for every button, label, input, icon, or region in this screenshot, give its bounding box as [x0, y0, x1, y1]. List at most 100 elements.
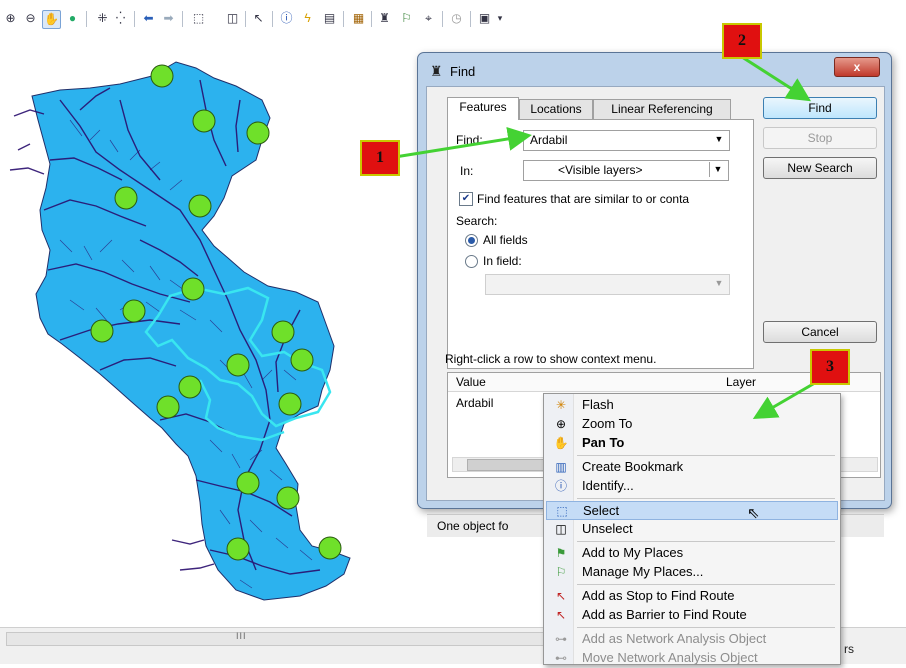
tab-linear-referencing[interactable]: Linear Referencing: [593, 99, 731, 119]
move-network-icon: ⊷: [555, 651, 567, 665]
find-combobox[interactable]: Ardabil ▼: [523, 130, 730, 151]
zoom-out-icon[interactable]: ⊖: [22, 10, 39, 27]
html-popup-icon[interactable]: ▤: [321, 10, 338, 27]
menu-separator: [577, 541, 835, 542]
results-hint: Right-click a row to show context menu.: [445, 352, 657, 366]
callout-1: 1: [360, 140, 400, 176]
select-icon: ⬚: [556, 504, 568, 518]
scroll-grip: III: [236, 631, 247, 641]
toolbar-separator: [442, 11, 443, 27]
viewer-icon[interactable]: ▣: [476, 10, 493, 27]
result-value[interactable]: Ardabil: [456, 396, 493, 410]
find-value: Ardabil: [530, 133, 568, 147]
find-label: Find:: [456, 133, 483, 147]
in-layer-value: <Visible layers>: [558, 163, 643, 177]
menu-item-move-network-object[interactable]: ⊷ Move Network Analysis Object: [546, 649, 838, 668]
identify-icon: ⓘ: [554, 479, 567, 493]
status-text: One object fo: [437, 519, 509, 533]
bookmark-icon: ▥: [555, 460, 567, 474]
menu-item-add-network-object[interactable]: ⊶ Add as Network Analysis Object: [546, 630, 838, 649]
toolbar-separator: [343, 11, 344, 27]
search-label: Search:: [456, 214, 498, 228]
tab-features[interactable]: Features: [447, 97, 519, 120]
chevron-down-icon[interactable]: ▼: [711, 132, 727, 147]
add-place-icon: ⚑: [555, 546, 567, 560]
menu-item-create-bookmark[interactable]: ▥ Create Bookmark: [546, 458, 838, 477]
column-header-value[interactable]: Value: [456, 375, 486, 389]
forward-icon[interactable]: ➡: [160, 10, 177, 27]
route-barrier-icon: ↖: [555, 608, 567, 622]
stop-button[interactable]: Stop: [763, 127, 877, 149]
chevron-down-icon: ▼: [714, 278, 724, 288]
toolbar-separator: [470, 11, 471, 27]
hyperlink-icon[interactable]: ϟ: [299, 10, 316, 27]
all-fields-label: All fields: [483, 233, 528, 247]
in-field-label: In field:: [483, 254, 522, 268]
menu-item-zoom-to[interactable]: ⊕ Zoom To: [546, 415, 838, 434]
pan-icon[interactable]: ✋: [42, 10, 61, 29]
similar-checkbox-label: Find features that are similar to or con…: [477, 192, 690, 206]
flash-icon: ✳: [555, 398, 567, 412]
back-icon[interactable]: ⬅: [140, 10, 157, 27]
tab-locations[interactable]: Locations: [519, 99, 593, 119]
callout-3: 3: [810, 349, 850, 385]
binoculars-icon: ♜: [430, 63, 443, 79]
menu-item-flash[interactable]: ✳ Flash: [546, 396, 838, 415]
in-layer-select[interactable]: <Visible layers> ▼: [523, 160, 729, 181]
in-label: In:: [460, 164, 474, 178]
unselect-icon: ◫: [555, 522, 567, 536]
cancel-button[interactable]: Cancel: [763, 321, 877, 343]
time-slider-icon[interactable]: ◷: [448, 10, 465, 27]
menu-item-unselect[interactable]: ◫ Unselect: [546, 520, 838, 539]
zoom-in-icon[interactable]: ⊕: [2, 10, 19, 27]
menu-item-add-barrier[interactable]: ↖ Add as Barrier to Find Route: [546, 606, 838, 625]
features-tab-panel: Find: Ardabil ▼ In: <Visible layers> ▼ ✔…: [447, 119, 754, 369]
menu-item-add-to-my-places[interactable]: ⚑ Add to My Places: [546, 544, 838, 563]
select-features-icon[interactable]: ⬚: [190, 10, 207, 27]
identify-icon[interactable]: ⓘ: [278, 10, 295, 27]
more-icon[interactable]: ▾: [496, 10, 504, 27]
go-to-xy-icon[interactable]: ⌖: [420, 10, 437, 27]
menu-item-pan-to[interactable]: ✋ Pan To: [546, 434, 838, 453]
pan-to-icon: ✋: [553, 436, 569, 450]
dialog-title-bar: ♜ Find: [430, 63, 476, 79]
menu-item-select[interactable]: ⬚ Select ⇖: [546, 501, 838, 522]
context-menu: ✳ Flash ⊕ Zoom To ✋ Pan To ▥ Create Book…: [543, 393, 841, 665]
chevron-down-icon[interactable]: ▼: [709, 162, 726, 177]
similar-checkbox[interactable]: ✔: [459, 192, 473, 206]
menu-separator: [577, 455, 835, 456]
clear-selection-icon[interactable]: ◫: [224, 10, 241, 27]
toolbar-separator: [182, 11, 183, 27]
find-icon[interactable]: ♜: [376, 10, 393, 27]
manage-places-icon: ⚐: [555, 565, 567, 579]
column-header-layer[interactable]: Layer: [726, 375, 756, 389]
menu-item-add-stop[interactable]: ↖ Add as Stop to Find Route: [546, 587, 838, 606]
measure-icon[interactable]: ▦: [350, 10, 367, 27]
in-field-radio[interactable]: [465, 255, 478, 268]
menu-item-manage-my-places[interactable]: ⚐ Manage My Places...: [546, 563, 838, 582]
find-button[interactable]: Find: [763, 97, 877, 119]
toolbar-separator: [86, 11, 87, 27]
menu-separator: [577, 584, 835, 585]
fixed-zoom-in-icon[interactable]: ⁜: [94, 10, 111, 27]
full-extent-icon[interactable]: ●: [64, 10, 81, 27]
toolbar-separator: [272, 11, 273, 27]
field-select[interactable]: ▼: [485, 274, 730, 295]
toolbar-separator: [134, 11, 135, 27]
status-text: rs: [844, 642, 854, 656]
new-search-button[interactable]: New Search: [763, 157, 877, 179]
toolbar-separator: [371, 11, 372, 27]
find-route-icon[interactable]: ⚐: [398, 10, 415, 27]
map-view[interactable]: [0, 40, 420, 640]
fixed-zoom-out-icon[interactable]: ⁛: [112, 10, 129, 27]
menu-item-identify[interactable]: ⓘ Identify...: [546, 477, 838, 496]
all-fields-radio[interactable]: [465, 234, 478, 247]
menu-separator: [577, 498, 835, 499]
province-polygon: [31, 61, 351, 601]
select-elements-icon[interactable]: ↖: [250, 10, 267, 27]
close-button[interactable]: x: [834, 57, 880, 77]
route-stop-icon: ↖: [555, 589, 567, 603]
map-horizontal-scrollbar[interactable]: [6, 632, 548, 646]
menu-separator: [577, 627, 835, 628]
dialog-title: Find: [450, 64, 476, 79]
